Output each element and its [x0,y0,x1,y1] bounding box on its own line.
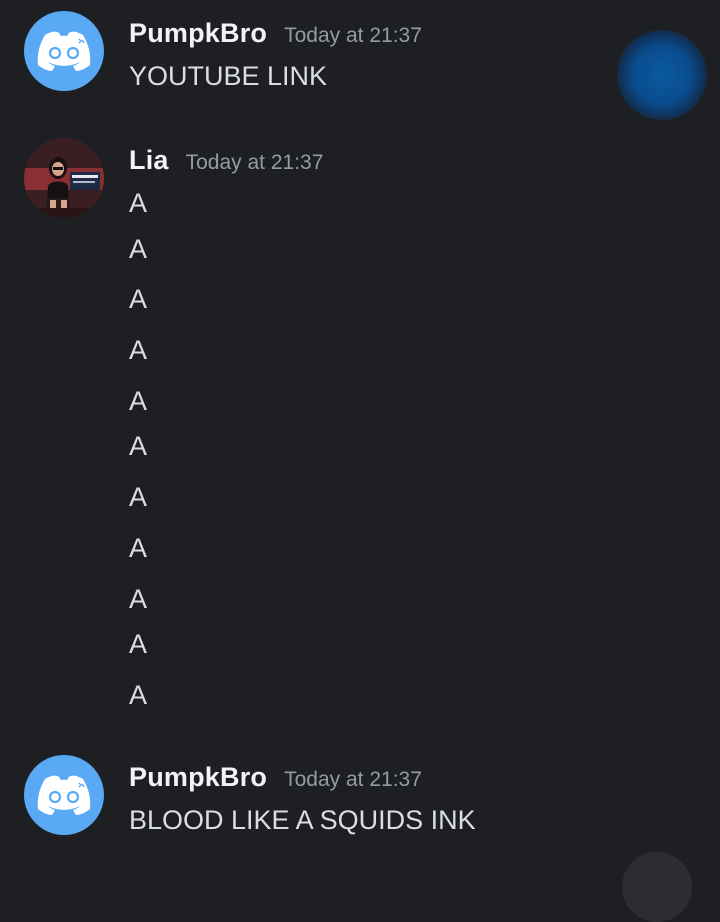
message-text: YOUTUBE LINK [129,61,328,91]
message-text: A [129,680,148,710]
timestamp: Today at 21:37 [185,151,324,174]
message-text: A [129,386,148,416]
message-text: BLOOD LIKE A SQUIDS INK [129,805,476,835]
message-text: A [129,284,148,314]
message-text: A [129,482,148,512]
message-text: A [129,234,148,264]
message-text: A [129,188,148,218]
avatar[interactable] [24,11,104,91]
chat-message-list: PumpkBro Today at 21:37 YOUTUBE LINK Lia… [0,0,720,865]
message-header: PumpkBro Today at 21:37 [129,18,422,49]
message-text: A [129,335,148,365]
message-text: A [129,533,148,563]
message-header: PumpkBro Today at 21:37 [129,762,422,793]
username[interactable]: PumpkBro [129,18,267,49]
discord-logo-icon [37,775,91,815]
message-text: A [129,584,148,614]
avatar[interactable] [24,755,104,835]
message-text: A [129,431,148,461]
discord-logo-icon [37,31,91,71]
floating-action-button-secondary[interactable] [622,852,692,922]
username[interactable]: PumpkBro [129,762,267,793]
timestamp: Today at 21:37 [284,24,422,47]
message-text: A [129,629,148,659]
user-photo [24,138,104,218]
timestamp: Today at 21:37 [284,768,422,791]
username[interactable]: Lia [129,145,169,176]
message-header: Lia Today at 21:37 [129,145,323,176]
floating-action-button[interactable] [617,30,707,120]
avatar[interactable] [24,138,104,218]
